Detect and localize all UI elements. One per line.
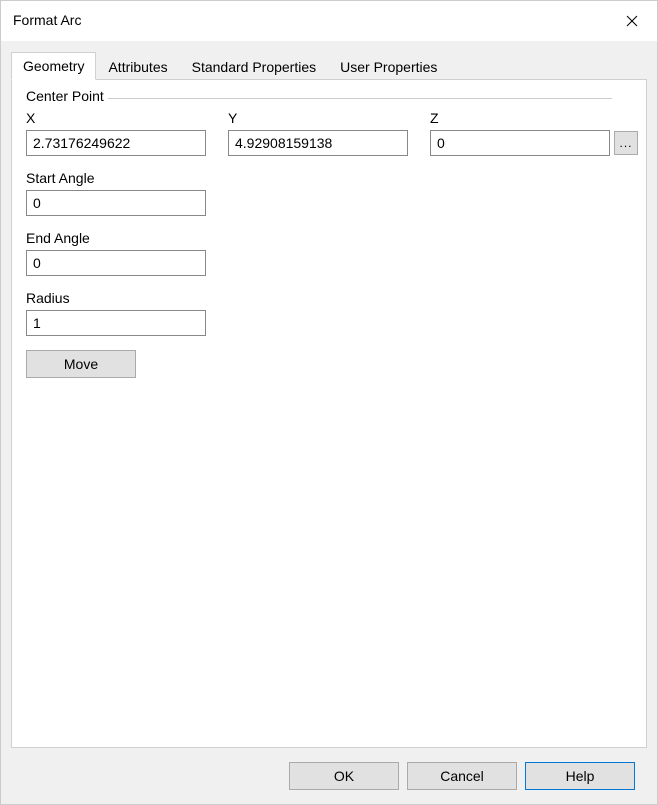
y-input[interactable] xyxy=(228,130,408,156)
center-point-legend: Center Point xyxy=(26,88,108,104)
z-input[interactable] xyxy=(430,130,610,156)
close-button[interactable] xyxy=(607,1,657,41)
tab-panel-geometry: Center Point X Y Z ... xyxy=(11,79,647,748)
tab-attributes[interactable]: Attributes xyxy=(96,53,179,80)
end-angle-block: End Angle xyxy=(26,230,632,276)
browse-point-button[interactable]: ... xyxy=(614,131,638,155)
z-column: Z ... xyxy=(430,110,638,156)
xyz-row: X Y Z ... xyxy=(26,110,632,156)
x-label: X xyxy=(26,110,212,126)
start-angle-label: Start Angle xyxy=(26,170,632,186)
dialog-window: Format Arc Geometry Attributes Standard … xyxy=(0,0,658,805)
radius-block: Radius xyxy=(26,290,632,336)
x-input[interactable] xyxy=(26,130,206,156)
tab-strip: Geometry Attributes Standard Properties … xyxy=(11,51,647,79)
move-button[interactable]: Move xyxy=(26,350,136,378)
y-label: Y xyxy=(228,110,414,126)
title-bar: Format Arc xyxy=(1,1,657,41)
x-column: X xyxy=(26,110,212,156)
radius-input[interactable] xyxy=(26,310,206,336)
z-row: ... xyxy=(430,130,638,156)
end-angle-label: End Angle xyxy=(26,230,632,246)
dialog-footer: OK Cancel Help xyxy=(11,748,647,804)
tab-geometry[interactable]: Geometry xyxy=(11,52,96,80)
cancel-button[interactable]: Cancel xyxy=(407,762,517,790)
start-angle-input[interactable] xyxy=(26,190,206,216)
dialog-title: Format Arc xyxy=(13,12,81,28)
tab-user-properties[interactable]: User Properties xyxy=(328,53,449,80)
end-angle-input[interactable] xyxy=(26,250,206,276)
tab-standard-properties[interactable]: Standard Properties xyxy=(180,53,329,80)
group-divider xyxy=(26,98,612,99)
client-area: Geometry Attributes Standard Properties … xyxy=(1,41,657,804)
y-column: Y xyxy=(228,110,414,156)
close-icon xyxy=(626,15,638,27)
z-label: Z xyxy=(430,110,638,126)
help-button[interactable]: Help xyxy=(525,762,635,790)
ok-button[interactable]: OK xyxy=(289,762,399,790)
radius-label: Radius xyxy=(26,290,632,306)
start-angle-block: Start Angle xyxy=(26,170,632,216)
center-point-group: Center Point X Y Z ... xyxy=(26,88,632,156)
